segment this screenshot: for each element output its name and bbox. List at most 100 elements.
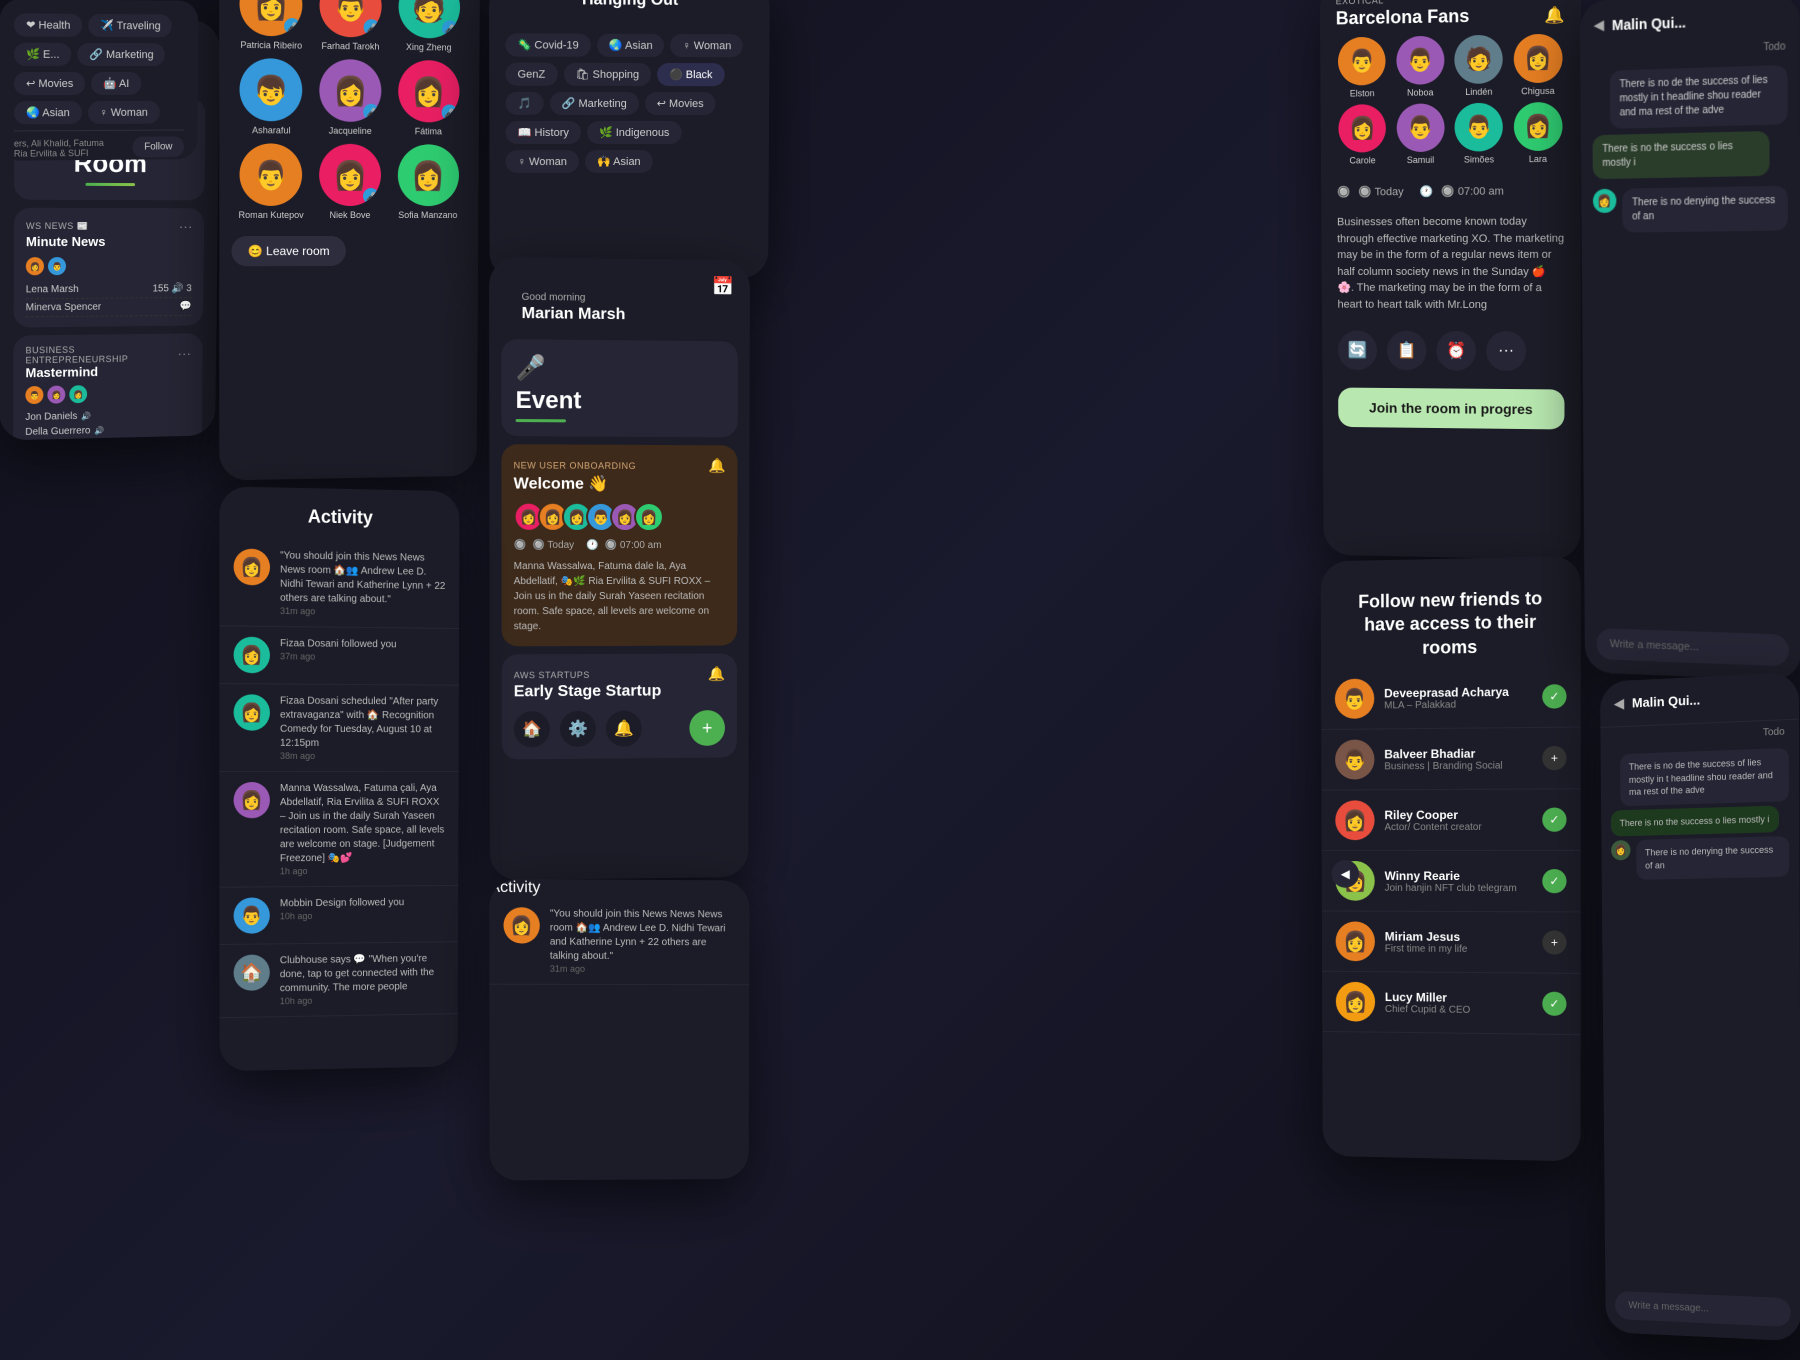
- activity-title: Activity: [219, 486, 459, 542]
- news-user-icon: 💬: [179, 301, 191, 312]
- activity-text-1: "You should join this News News News roo…: [280, 549, 445, 608]
- follow-plus-balveer[interactable]: +: [1542, 746, 1566, 770]
- tag-marketing[interactable]: 🔗 Marketing: [550, 92, 639, 115]
- activity-time-2: 37m ago: [280, 651, 397, 662]
- follow-item-winny: 👩 Winny Rearie Join hanjin NFT club tele…: [1322, 851, 1581, 913]
- news-user-lena: Lena Marsh 155 🔊 3: [26, 280, 192, 299]
- activity-item-6: 🏠 Clubhouse says 💬 "When you're done, ta…: [219, 942, 458, 1018]
- follow-item-balveer: 👨 Balveer Bhadiar Business | Branding So…: [1321, 728, 1581, 791]
- malin-bubble-1: There is no de the success of lies mostl…: [1620, 748, 1789, 806]
- welcome-label: NEW USER ONBOARDING: [514, 460, 637, 471]
- time-row: 🔘 🔘 Today 🕐 🔘 07:00 am: [1321, 176, 1581, 207]
- tag-e[interactable]: 🌿 E...: [14, 43, 72, 66]
- mastermind-section: BUSINESS ENTREPRENEURSHIP ··· Mastermind…: [13, 333, 203, 440]
- welcome-title: Welcome 👋: [514, 473, 726, 494]
- follow-small-button[interactable]: Follow: [132, 136, 184, 157]
- copy-button[interactable]: 📋: [1387, 331, 1427, 371]
- tags-card: Hanging Out 🦠 Covid-19 🌏 Asian ♀ Woman G…: [489, 0, 770, 280]
- follow-check-lucy[interactable]: ✓: [1542, 992, 1566, 1016]
- activity2-avatar-1: 👩: [503, 907, 539, 943]
- mic-badge: 🎤: [284, 18, 300, 34]
- news-label: WS NEWS 📰: [26, 220, 88, 231]
- tag-history[interactable]: 📖 History: [505, 121, 580, 144]
- tag-woman3[interactable]: ♀ Woman: [88, 101, 160, 124]
- malin-back-button[interactable]: ◀: [1614, 695, 1625, 713]
- activity-item-3: 👩 Fizaa Dosani scheduled "After party ex…: [219, 684, 458, 772]
- welcome-desc: Manna Wassalwa, Fatuma dale la, Aya Abde…: [514, 559, 726, 634]
- tag-indigenous[interactable]: 🌿 Indigenous: [587, 121, 681, 144]
- barca-lara: 👩 Lara: [1511, 102, 1564, 164]
- tag-woman2[interactable]: ♀ Woman: [506, 150, 579, 173]
- bell-icon[interactable]: 🔔: [1544, 4, 1564, 25]
- startup-bell-icon[interactable]: 🔔: [708, 665, 725, 682]
- alarm-button[interactable]: ⏰: [1436, 331, 1476, 371]
- welcome-text: Welcome 👋: [514, 473, 609, 493]
- tag-music[interactable]: 🎵: [505, 92, 543, 115]
- follow-check-winny[interactable]: ✓: [1542, 869, 1566, 893]
- bell-startup-icon[interactable]: 🔔: [606, 711, 642, 747]
- tag-movies2[interactable]: ↩ Movies: [14, 72, 85, 95]
- activity2-card: Activity 👩 "You should join this News Ne…: [489, 879, 749, 1181]
- tag-asian2[interactable]: 🙌 Asian: [585, 150, 653, 173]
- tag-genz[interactable]: GenZ: [505, 63, 557, 86]
- follow-check-deveeprasad[interactable]: ✓: [1542, 684, 1566, 709]
- home-startup-icon[interactable]: 🏠: [514, 711, 550, 747]
- tag-health[interactable]: ❤ Health: [14, 13, 82, 37]
- follow-plus-miriam[interactable]: +: [1542, 931, 1566, 955]
- startup-add-button[interactable]: +: [689, 710, 725, 746]
- tag-traveling[interactable]: ✈️ Traveling: [88, 14, 172, 37]
- tag-asian[interactable]: 🌏 Asian: [597, 34, 665, 57]
- avatar-name-asharaful: Asharaful: [252, 125, 290, 135]
- join-room-button[interactable]: Join the room in progres: [1338, 388, 1564, 430]
- event-underline: [516, 419, 566, 422]
- activity-text-5: Mobbin Design followed you: [280, 896, 404, 911]
- activity-avatar-6: 🏠: [234, 954, 270, 991]
- follow-title: Follow new friends to have access to the…: [1321, 556, 1581, 670]
- back-icon: ◀: [1341, 867, 1350, 881]
- barcelona-desc: Businesses often become known today thro…: [1321, 205, 1581, 321]
- avatar-farhad: 👨 🎤 Farhad Tarokh: [315, 0, 386, 52]
- activity-avatar-2: 👩: [234, 637, 270, 674]
- tag-marketing2[interactable]: 🔗 Marketing: [77, 43, 165, 66]
- barca-samuil: 👨 Samuil: [1394, 103, 1447, 165]
- leave-room-button[interactable]: 😊 Leave room: [231, 236, 345, 266]
- news-menu-icon[interactable]: ···: [179, 218, 193, 234]
- tag-woman[interactable]: ♀ Woman: [671, 34, 744, 57]
- activity-time-5: 10h ago: [280, 910, 404, 921]
- follow-card: ◀ Follow new friends to have access to t…: [1321, 556, 1581, 1162]
- activity-item-5: 👨 Mobbin Design followed you 10h ago: [219, 886, 458, 945]
- chat-back-button[interactable]: ◀: [1594, 16, 1605, 34]
- calendar-icon[interactable]: 📅: [712, 276, 734, 297]
- follow-back-button[interactable]: ◀: [1331, 860, 1359, 888]
- tag-ai[interactable]: 🤖 AI: [91, 72, 141, 95]
- mic-badge2: 🎤: [364, 19, 380, 35]
- chat-input[interactable]: Write a message...: [1596, 628, 1789, 666]
- tag-movies[interactable]: ↩ Movies: [645, 92, 716, 115]
- tag-covid[interactable]: 🦠 Covid-19: [505, 33, 591, 56]
- activity-card: Activity 👩 "You should join this News Ne…: [219, 486, 459, 1071]
- mastermind-menu-icon[interactable]: ···: [177, 345, 191, 361]
- avatar-name-patricia: Patricia Ribeiro: [240, 40, 302, 51]
- more-button[interactable]: ···: [1486, 331, 1526, 371]
- barca-simoes: 👨 Simões: [1452, 103, 1505, 165]
- avatar-name-jacqueline: Jacqueline: [329, 126, 372, 136]
- malin-input[interactable]: Write a message...: [1615, 1291, 1791, 1327]
- welcome-today: 🔘🔘 Today: [514, 540, 575, 551]
- barcelona-title: Barcelona Fans: [1336, 6, 1470, 30]
- follow-item-miriam: 👩 Miriam Jesus First time in my life +: [1322, 912, 1581, 974]
- barca-chigusa: 👩 Chigusa: [1511, 34, 1564, 97]
- welcome-bell-icon[interactable]: 🔔: [708, 457, 725, 474]
- tag-black[interactable]: ⚫ Black: [657, 63, 724, 86]
- avatar-name-sofia: Sofia Manzano: [398, 210, 457, 220]
- mastermind-avatar: 👩: [47, 386, 65, 404]
- activity-text-2: Fizaa Dosani followed you: [280, 637, 397, 652]
- tag-shopping[interactable]: 🛍 Shopping: [563, 63, 651, 86]
- welcome-time-row: 🔘🔘 Today 🕐🔘 07:00 am: [514, 540, 726, 551]
- tag-asian3[interactable]: 🌏 Asian: [14, 101, 82, 124]
- refresh-button[interactable]: 🔄: [1338, 330, 1377, 370]
- malin-bubble-2: There is no denying the success of an: [1636, 836, 1789, 879]
- barca-linden: 🧑 Lindén: [1452, 35, 1505, 98]
- follow-check-riley[interactable]: ✓: [1542, 808, 1566, 832]
- settings-startup-icon[interactable]: ⚙️: [560, 711, 596, 747]
- clock-icon: 🕐: [1419, 185, 1433, 198]
